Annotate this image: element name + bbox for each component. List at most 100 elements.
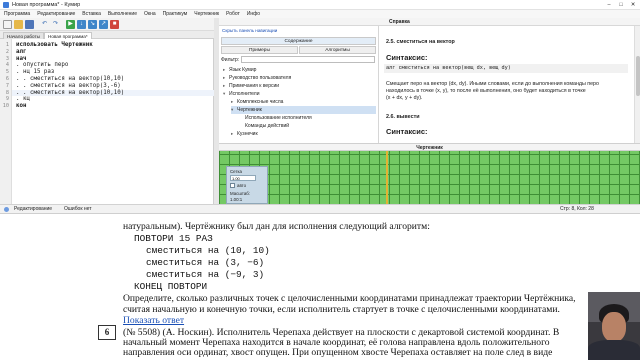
syntax-heading: Синтаксис: <box>386 53 428 62</box>
code-editor[interactable]: 1 2 3 4 5 6 7 8 9 10 использовать Чертеж… <box>0 39 214 204</box>
tree-item-executors[interactable]: ▾ Исполнители <box>223 90 260 98</box>
code-line[interactable]: . кц <box>16 96 212 103</box>
line-number: 1 <box>5 42 9 48</box>
intro-text: натуральным). Чертёжнику был дан для исп… <box>123 222 430 232</box>
edit-mode-icon <box>4 207 9 212</box>
drawer-y-axis <box>386 151 388 204</box>
step-in-icon[interactable]: ↘ <box>88 20 97 29</box>
question-line: Определите, сколько различных точек с це… <box>123 294 576 304</box>
person-shoulders-icon <box>588 340 640 360</box>
description-line: (x + dx, y + dy). <box>386 95 423 101</box>
algorithm-line: сместиться на (3, −6) <box>146 258 265 268</box>
task-line: направления оси ординат, хвост опущен. П… <box>123 348 553 358</box>
line-number: 10 <box>2 103 9 110</box>
hide-navigation-link[interactable]: Скрыть панель навигации <box>222 28 342 33</box>
code-line[interactable]: . . сместиться на вектор(10,10) <box>16 76 212 83</box>
menu-robot[interactable]: Робот <box>226 10 240 18</box>
menu-practicum[interactable]: Практикум <box>163 10 188 18</box>
line-number: 8 <box>5 89 9 96</box>
menu-windows[interactable]: Окна <box>144 10 156 18</box>
code-line[interactable]: . опустить перо <box>16 62 212 69</box>
tab-examples[interactable]: Примеры <box>221 46 298 54</box>
stop-icon[interactable]: ■ <box>110 20 119 29</box>
code-line[interactable]: алг <box>16 49 212 56</box>
minimize-icon[interactable]: – <box>604 0 614 10</box>
menu-drawer[interactable]: Чертежник <box>194 10 219 18</box>
menu-program[interactable]: Программа <box>4 10 30 18</box>
webcam-video <box>588 292 640 360</box>
tree-item-drawer[interactable]: ▾ Чертежник <box>231 106 376 114</box>
task-line: (№ 5508) (А. Носкин). Исполнитель Черепа… <box>123 328 560 338</box>
edit-mode: Редактирование <box>14 206 53 212</box>
show-answer-link[interactable]: Показать ответ <box>123 316 223 326</box>
tab-algorithms[interactable]: Алгоритмы <box>299 46 376 54</box>
help-header: Справка <box>219 18 640 26</box>
tab-bar: Начало работы Новая программа* <box>0 31 214 39</box>
filter-input[interactable] <box>241 56 375 63</box>
maximize-icon[interactable]: □ <box>616 0 626 10</box>
tab-new-program[interactable]: Новая программа* <box>44 32 92 39</box>
question-line: считая начальную и конечную точки, если … <box>123 305 560 315</box>
algorithm-line: ПОВТОРИ 15 РАЗ <box>134 234 213 244</box>
code-line[interactable]: нач <box>16 56 212 63</box>
scale-value: 1.00:1 <box>230 197 243 202</box>
tree-item-grasshopper[interactable]: ▸ Кузнечик <box>231 130 258 138</box>
close-icon[interactable]: ✕ <box>628 0 638 10</box>
help-title: Справка <box>389 19 410 25</box>
drawer-canvas[interactable] <box>219 151 640 204</box>
app-icon <box>3 2 9 8</box>
line-number: 6 <box>5 75 9 82</box>
scrollbar-thumb[interactable] <box>636 56 640 96</box>
cursor-position: Стр: 8, Кол: 28 <box>560 206 594 212</box>
auto-checkbox[interactable] <box>230 183 235 188</box>
code-line[interactable]: . нц 15 раз <box>16 69 212 76</box>
tree-item-language[interactable]: ▸ Язык Кумир <box>223 66 256 74</box>
section-title: 2.5. сместиться на вектор <box>386 39 455 45</box>
menu-edit[interactable]: Редактирование <box>37 10 75 18</box>
menu-run[interactable]: Выполнение <box>108 10 137 18</box>
grid-step-input[interactable] <box>230 175 256 181</box>
filter-label: Фильтр: <box>221 57 240 63</box>
step-out-icon[interactable]: ↗ <box>99 20 108 29</box>
code-line[interactable]: . . сместиться на вектор(10,10) <box>16 90 212 97</box>
tree-item-user-guide[interactable]: ▸ Руководство пользователя <box>223 74 291 82</box>
next-syntax-heading: Синтаксис: <box>386 127 428 136</box>
line-number: 2 <box>5 48 9 55</box>
next-section-title: 2.6. вывести <box>386 114 420 120</box>
auto-label: авто <box>237 183 247 188</box>
drawer-control-panel: Сетка авто Масштаб: 1.00:1 <box>226 166 268 204</box>
scale-label: Масштаб: <box>230 191 251 196</box>
save-icon[interactable] <box>25 20 34 29</box>
menu-insert[interactable]: Вставка <box>82 10 101 18</box>
code-line[interactable]: . . сместиться на вектор(3,-6) <box>16 83 212 90</box>
undo-icon[interactable]: ↶ <box>40 20 49 29</box>
tab-start[interactable]: Начало работы <box>3 32 44 39</box>
tree-item-release-notes[interactable]: ▸ Примечания к версии <box>223 82 279 90</box>
open-file-icon[interactable] <box>14 20 23 29</box>
run-icon[interactable]: ▶ <box>66 20 75 29</box>
tree-item-complex-numbers[interactable]: ▸ Комплексные числа <box>231 98 283 106</box>
algorithm-line: сместиться на (10, 10) <box>146 246 270 256</box>
code-line[interactable]: кон <box>16 103 212 110</box>
line-number: 7 <box>5 82 9 89</box>
algorithm-line: сместиться на (−9, 3) <box>146 270 265 280</box>
description-line: находилось в точке (x, y), то после её в… <box>386 88 586 94</box>
title-bar: Новая программа* - Кумир – □ ✕ <box>0 0 640 10</box>
tab-contents[interactable]: Содержание <box>221 37 376 45</box>
new-file-icon[interactable] <box>3 20 12 29</box>
help-scrollbar[interactable] <box>634 26 640 143</box>
drawer-header: Чертежник <box>219 143 640 151</box>
window-title: Новая программа* - Кумир <box>12 2 81 8</box>
step-icon[interactable]: ↓ <box>77 20 86 29</box>
task-number-box: 6 <box>98 325 116 340</box>
code-line[interactable]: использовать Чертежник <box>16 42 212 49</box>
tree-item-action-commands[interactable]: Команды действий <box>245 122 289 130</box>
toolbar: ↶ ↷ ▶ ↓ ↘ ↗ ■ <box>0 18 214 31</box>
menu-info[interactable]: Инфо <box>247 10 260 18</box>
task-number: 6 <box>104 327 110 337</box>
line-number: 5 <box>5 69 9 76</box>
redo-icon[interactable]: ↷ <box>51 20 60 29</box>
line-number-gutter: 1 2 3 4 5 6 7 8 9 10 <box>0 39 12 204</box>
grid-label: Сетка <box>230 169 242 174</box>
tree-item-using-executor[interactable]: Использование исполнителя <box>245 114 312 122</box>
